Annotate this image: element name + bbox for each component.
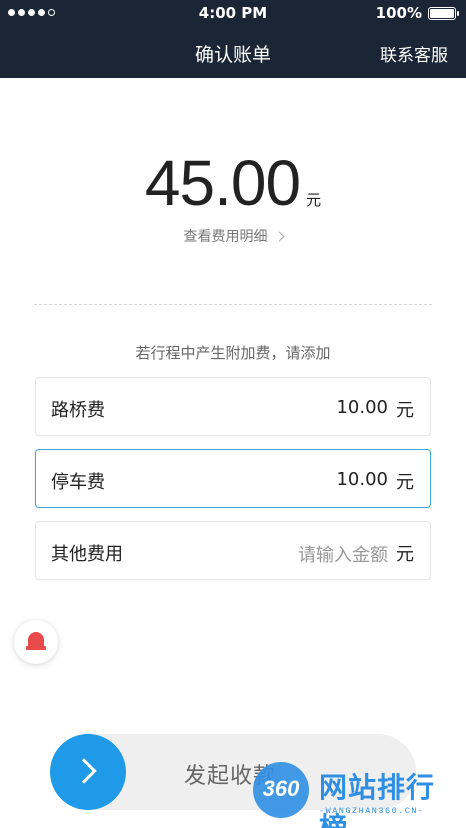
slider-handle[interactable] — [50, 734, 126, 810]
amount-unit: 元 — [306, 191, 322, 209]
header: 4:00 PM 100% 确认账单 联系客服 — [0, 0, 466, 78]
amount-value: 45.00 — [144, 147, 301, 219]
watermark: 360 网站排行榜 -WANGZHAN360.CN- — [253, 762, 463, 828]
watermark-url: -WANGZHAN360.CN- — [319, 806, 425, 816]
view-fee-details-label: 查看费用明细 — [183, 229, 268, 245]
total-amount: 45.00 元 — [0, 146, 466, 220]
fee-unit: 元 — [396, 472, 414, 493]
fee-row-toll[interactable]: 路桥费 10.00 元 — [35, 377, 431, 436]
fee-value-input[interactable]: 10.00 — [336, 397, 388, 418]
battery-icon — [428, 7, 459, 20]
fee-label: 其他费用 — [51, 544, 123, 565]
watermark-name: 网站排行榜 — [319, 771, 436, 828]
chevron-right-icon — [71, 758, 97, 784]
fee-row-other[interactable]: 其他费用 请输入金额 元 — [35, 521, 431, 580]
alarm-button[interactable] — [14, 620, 58, 664]
fee-value-input[interactable]: 10.00 — [336, 469, 388, 490]
divider — [34, 304, 432, 305]
status-bar: 4:00 PM 100% — [0, 0, 466, 26]
fee-label: 路桥费 — [51, 400, 105, 421]
fee-label: 停车费 — [51, 472, 105, 493]
fee-row-parking[interactable]: 停车费 10.00 元 — [35, 449, 431, 508]
fee-amount-input[interactable]: 请输入金额 — [298, 541, 388, 567]
fee-unit: 元 — [396, 400, 414, 421]
surcharge-hint: 若行程中产生附加费，请添加 — [135, 344, 331, 362]
battery-percent: 100% — [375, 4, 422, 22]
contact-support-button[interactable]: 联系客服 — [380, 41, 448, 66]
chevron-right-icon — [274, 231, 284, 242]
view-fee-details-link[interactable]: 查看费用明细 — [0, 226, 466, 246]
fee-unit: 元 — [396, 544, 414, 565]
watermark-logo: 360 — [253, 762, 309, 818]
